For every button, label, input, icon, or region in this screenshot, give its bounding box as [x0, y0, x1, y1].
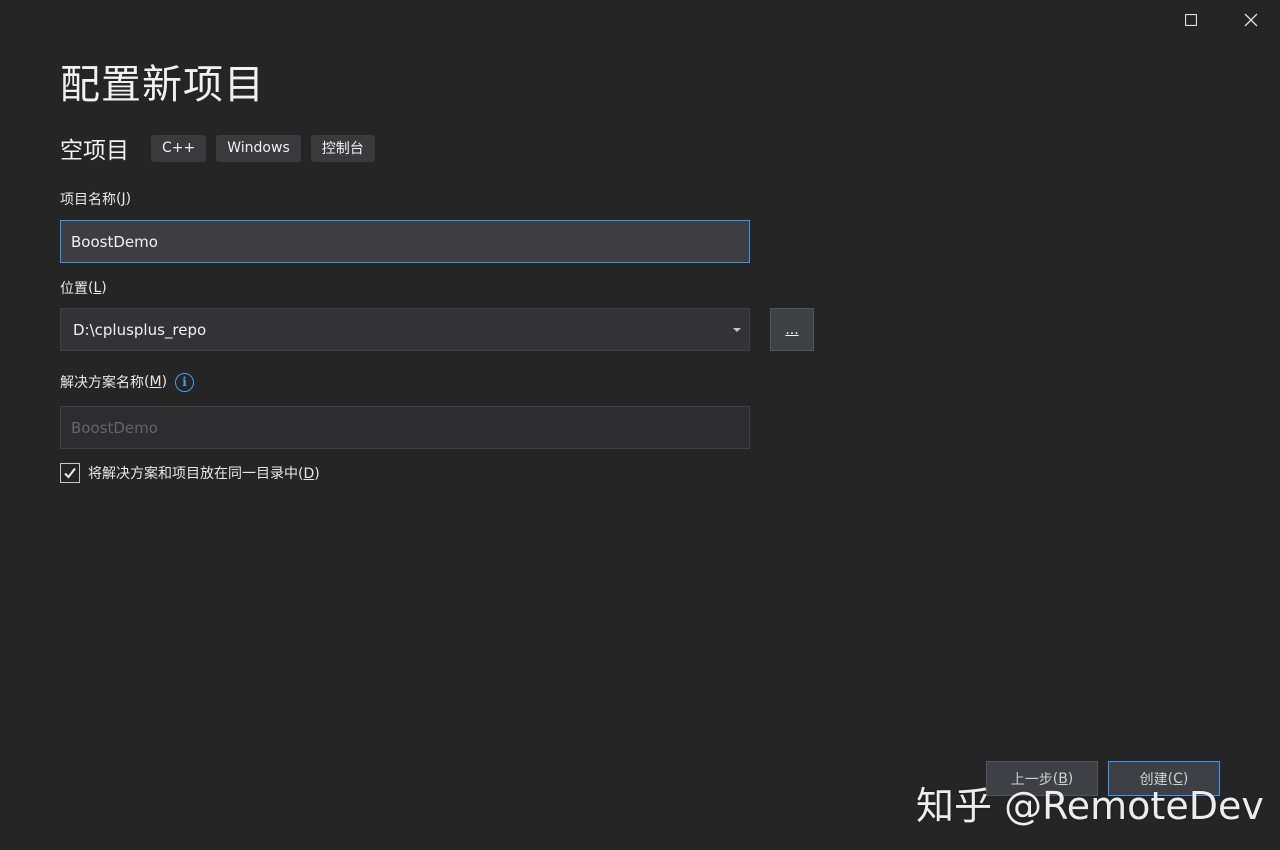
solution-name-placeholder: BoostDemo — [71, 418, 158, 437]
page-title: 配置新项目 — [60, 62, 265, 108]
location-label: 位置(L) — [60, 280, 107, 297]
location-value: D:\cplusplus_repo — [73, 320, 207, 339]
back-button[interactable]: 上一步(B) — [986, 761, 1098, 796]
close-icon — [1244, 13, 1258, 27]
location-combobox[interactable]: D:\cplusplus_repo — [60, 308, 750, 351]
solution-name-label: 解决方案名称(M) i — [60, 372, 195, 392]
close-button[interactable] — [1221, 0, 1280, 40]
same-directory-label: 将解决方案和项目放在同一目录中(D) — [88, 466, 320, 482]
info-icon[interactable]: i — [175, 372, 195, 392]
same-directory-option[interactable]: 将解决方案和项目放在同一目录中(D) — [60, 463, 320, 483]
project-name-input[interactable]: BoostDemo — [60, 220, 750, 263]
template-header: 空项目 C++ Windows 控制台 — [60, 134, 385, 164]
tag-windows: Windows — [216, 134, 301, 162]
create-button[interactable]: 创建(C) — [1108, 761, 1220, 796]
maximize-button[interactable] — [1161, 0, 1221, 40]
same-directory-checkbox[interactable] — [60, 463, 80, 483]
maximize-icon — [1185, 14, 1197, 26]
project-name-label: 项目名称(J) — [60, 191, 132, 208]
tag-console: 控制台 — [310, 134, 375, 162]
tag-cpp: C++ — [151, 134, 207, 162]
project-name-value: BoostDemo — [71, 232, 158, 251]
chevron-down-icon[interactable] — [733, 328, 741, 332]
template-name: 空项目 — [60, 138, 129, 164]
checkmark-icon — [64, 467, 76, 479]
browse-button[interactable]: ... — [770, 308, 814, 351]
solution-name-input[interactable]: BoostDemo — [60, 406, 750, 449]
